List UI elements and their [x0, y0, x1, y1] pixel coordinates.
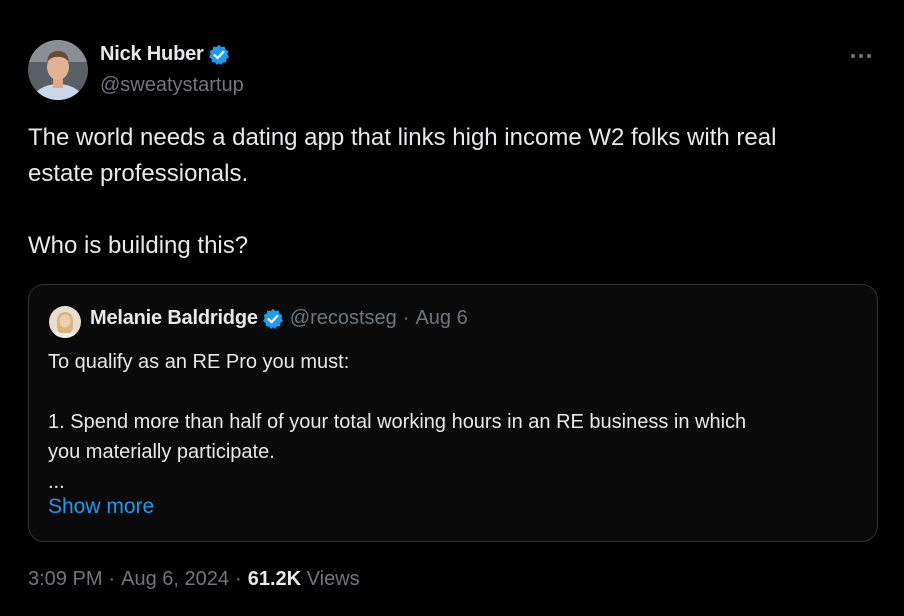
quoted-text-line: 1. Spend more than half of your total wo… [48, 411, 747, 433]
quoted-author-avatar [49, 306, 81, 338]
tweet-meta: 3:09 PM · Aug 6, 2024 · 61.2K Views [28, 568, 360, 591]
quoted-text: To qualify as an RE Pro you must: 1. Spe… [48, 347, 860, 497]
quoted-text-line: To qualify as an RE Pro you must: [48, 351, 350, 373]
tweet-text-line: Who is building this? [28, 232, 249, 259]
quoted-tweet[interactable]: Melanie Baldridge @recostseg · Aug 6 To … [28, 284, 878, 542]
tweet-date[interactable]: Aug 6, 2024 [121, 568, 229, 590]
quoted-date: Aug 6 [415, 307, 468, 329]
author-handle[interactable]: @sweatystartup [100, 74, 244, 97]
show-more-link[interactable]: Show more [48, 495, 154, 519]
verified-badge-icon[interactable] [208, 44, 230, 66]
author-name[interactable]: Nick Huber [100, 43, 204, 66]
tweet-time[interactable]: 3:09 PM [28, 568, 102, 590]
tweet-header: Nick Huber @sweatystartup [28, 40, 876, 102]
verified-badge-icon [262, 308, 284, 330]
tweet-text-line: estate professionals. [28, 160, 249, 187]
separator-dot: · [235, 568, 242, 590]
author-name-row: Nick Huber [100, 43, 230, 66]
quoted-header: Melanie Baldridge @recostseg · Aug 6 [90, 307, 468, 330]
views-label: Views [306, 568, 360, 590]
more-options-icon[interactable] [848, 46, 874, 66]
views-count: 61.2K [247, 568, 302, 590]
tweet-text-line: The world needs a dating app that links … [28, 124, 777, 151]
quoted-text-line: you materially participate. [48, 441, 275, 463]
quoted-author-handle: @recostseg [289, 307, 397, 329]
tweet-card: Nick Huber @sweatystartup The world need… [0, 0, 904, 616]
separator-dot: · [402, 307, 410, 329]
separator-dot: · [108, 568, 116, 590]
tweet-text: The world needs a dating app that links … [28, 120, 876, 264]
quoted-author-name[interactable]: Melanie Baldridge [90, 307, 258, 330]
quoted-text-line: ... [48, 471, 65, 493]
author-avatar[interactable] [28, 40, 88, 100]
